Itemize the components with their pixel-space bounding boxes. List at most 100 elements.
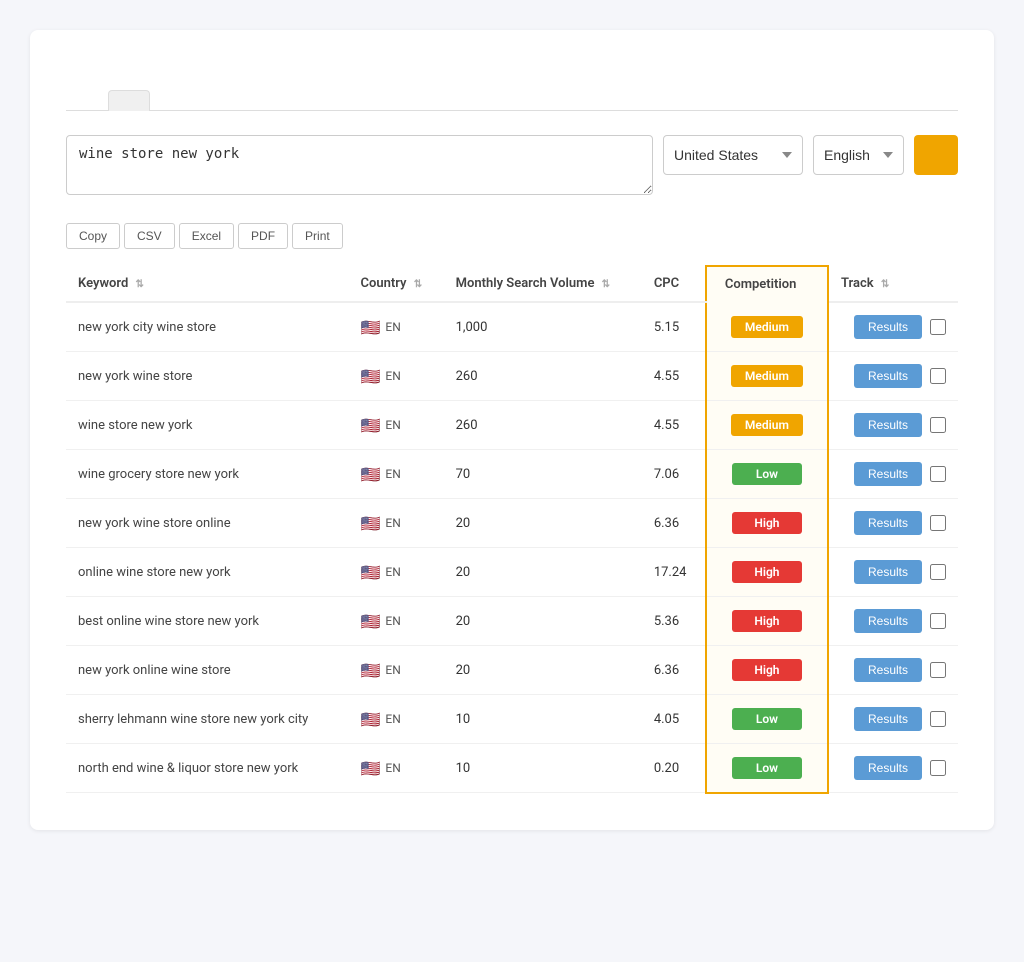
- track-checkbox[interactable]: [930, 760, 946, 776]
- cell-cpc: 5.15: [642, 302, 706, 352]
- col-header-cpc: CPC: [642, 266, 706, 302]
- cell-volume: 20: [444, 499, 642, 548]
- table-row: wine store new york 🇺🇸 EN 260 4.55 Mediu…: [66, 401, 958, 450]
- results-button[interactable]: Results: [854, 560, 922, 584]
- track-checkbox[interactable]: [930, 711, 946, 727]
- flag-icon: 🇺🇸: [361, 367, 381, 386]
- page-container: United States United Kingdom Canada Aust…: [30, 30, 994, 830]
- flag-icon: 🇺🇸: [361, 416, 381, 435]
- cell-competition: Low: [706, 695, 828, 744]
- results-button[interactable]: Results: [854, 658, 922, 682]
- sort-icon-volume[interactable]: ⇅: [602, 279, 610, 290]
- track-checkbox[interactable]: [930, 368, 946, 384]
- cell-track: Results: [828, 597, 958, 646]
- results-table: Keyword ⇅ Country ⇅ Monthly Search Volum…: [66, 265, 958, 794]
- lang-code: EN: [385, 761, 400, 775]
- sort-icon-track[interactable]: ⇅: [881, 279, 889, 290]
- cell-keyword: best online wine store new york: [66, 597, 349, 646]
- flag-icon: 🇺🇸: [361, 612, 381, 631]
- table-row: best online wine store new york 🇺🇸 EN 20…: [66, 597, 958, 646]
- cell-volume: 20: [444, 646, 642, 695]
- cell-keyword: wine store new york: [66, 401, 349, 450]
- sort-icon-country[interactable]: ⇅: [414, 279, 422, 290]
- results-button[interactable]: Results: [854, 315, 922, 339]
- cell-track: Results: [828, 695, 958, 744]
- flag-icon: 🇺🇸: [361, 514, 381, 533]
- cell-cpc: 4.55: [642, 352, 706, 401]
- cell-country: 🇺🇸 EN: [349, 548, 444, 597]
- results-button[interactable]: Results: [854, 413, 922, 437]
- flag-icon: 🇺🇸: [361, 563, 381, 582]
- track-checkbox[interactable]: [930, 564, 946, 580]
- tab-search-by-keywords[interactable]: [66, 90, 108, 111]
- cell-competition: High: [706, 499, 828, 548]
- table-header-row: Keyword ⇅ Country ⇅ Monthly Search Volum…: [66, 266, 958, 302]
- cell-keyword: north end wine & liquor store new york: [66, 744, 349, 793]
- cell-competition: High: [706, 548, 828, 597]
- table-row: wine grocery store new york 🇺🇸 EN 70 7.0…: [66, 450, 958, 499]
- track-checkbox[interactable]: [930, 613, 946, 629]
- cell-competition: High: [706, 597, 828, 646]
- tab-search-by-domain[interactable]: [108, 90, 150, 111]
- flag-icon: 🇺🇸: [361, 661, 381, 680]
- cell-keyword: new york wine store: [66, 352, 349, 401]
- cell-competition: Low: [706, 450, 828, 499]
- cell-keyword: online wine store new york: [66, 548, 349, 597]
- cell-keyword: new york city wine store: [66, 302, 349, 352]
- results-button[interactable]: Results: [854, 609, 922, 633]
- competition-badge: High: [732, 659, 802, 681]
- col-header-track: Track ⇅: [828, 266, 958, 302]
- flag-icon: 🇺🇸: [361, 465, 381, 484]
- flag-icon: 🇺🇸: [361, 710, 381, 729]
- results-button[interactable]: Results: [854, 707, 922, 731]
- table-row: new york wine store 🇺🇸 EN 260 4.55 Mediu…: [66, 352, 958, 401]
- action-buttons-row: Copy CSV Excel PDF Print: [66, 223, 958, 249]
- cell-country: 🇺🇸 EN: [349, 499, 444, 548]
- track-checkbox[interactable]: [930, 466, 946, 482]
- research-button[interactable]: [914, 135, 958, 175]
- cell-cpc: 7.06: [642, 450, 706, 499]
- cell-cpc: 4.05: [642, 695, 706, 744]
- results-button[interactable]: Results: [854, 756, 922, 780]
- track-checkbox[interactable]: [930, 319, 946, 335]
- track-checkbox[interactable]: [930, 662, 946, 678]
- flag-icon: 🇺🇸: [361, 318, 381, 337]
- track-checkbox[interactable]: [930, 515, 946, 531]
- table-row: new york city wine store 🇺🇸 EN 1,000 5.1…: [66, 302, 958, 352]
- results-button[interactable]: Results: [854, 511, 922, 535]
- copy-button[interactable]: Copy: [66, 223, 120, 249]
- table-row: new york online wine store 🇺🇸 EN 20 6.36…: [66, 646, 958, 695]
- lang-code: EN: [385, 565, 400, 579]
- table-row: sherry lehmann wine store new york city …: [66, 695, 958, 744]
- csv-button[interactable]: CSV: [124, 223, 175, 249]
- cell-country: 🇺🇸 EN: [349, 597, 444, 646]
- competition-badge: High: [732, 512, 802, 534]
- cell-country: 🇺🇸 EN: [349, 450, 444, 499]
- cell-cpc: 4.55: [642, 401, 706, 450]
- cell-keyword: sherry lehmann wine store new york city: [66, 695, 349, 744]
- keyword-input[interactable]: [66, 135, 653, 195]
- cell-competition: Medium: [706, 401, 828, 450]
- cell-competition: Medium: [706, 352, 828, 401]
- cell-volume: 20: [444, 548, 642, 597]
- lang-code: EN: [385, 467, 400, 481]
- language-select[interactable]: English French Spanish German: [813, 135, 904, 175]
- track-checkbox[interactable]: [930, 417, 946, 433]
- cell-volume: 10: [444, 744, 642, 793]
- cell-keyword: wine grocery store new york: [66, 450, 349, 499]
- cell-cpc: 6.36: [642, 646, 706, 695]
- cell-track: Results: [828, 352, 958, 401]
- results-button[interactable]: Results: [854, 364, 922, 388]
- cell-country: 🇺🇸 EN: [349, 302, 444, 352]
- competition-badge: Medium: [731, 414, 803, 436]
- excel-button[interactable]: Excel: [179, 223, 234, 249]
- sort-icon-keyword[interactable]: ⇅: [136, 279, 144, 290]
- col-header-volume: Monthly Search Volume ⇅: [444, 266, 642, 302]
- competition-badge: High: [732, 561, 802, 583]
- country-select[interactable]: United States United Kingdom Canada Aust…: [663, 135, 803, 175]
- cell-keyword: new york online wine store: [66, 646, 349, 695]
- tab-bar: [66, 90, 958, 111]
- results-button[interactable]: Results: [854, 462, 922, 486]
- print-button[interactable]: Print: [292, 223, 343, 249]
- pdf-button[interactable]: PDF: [238, 223, 288, 249]
